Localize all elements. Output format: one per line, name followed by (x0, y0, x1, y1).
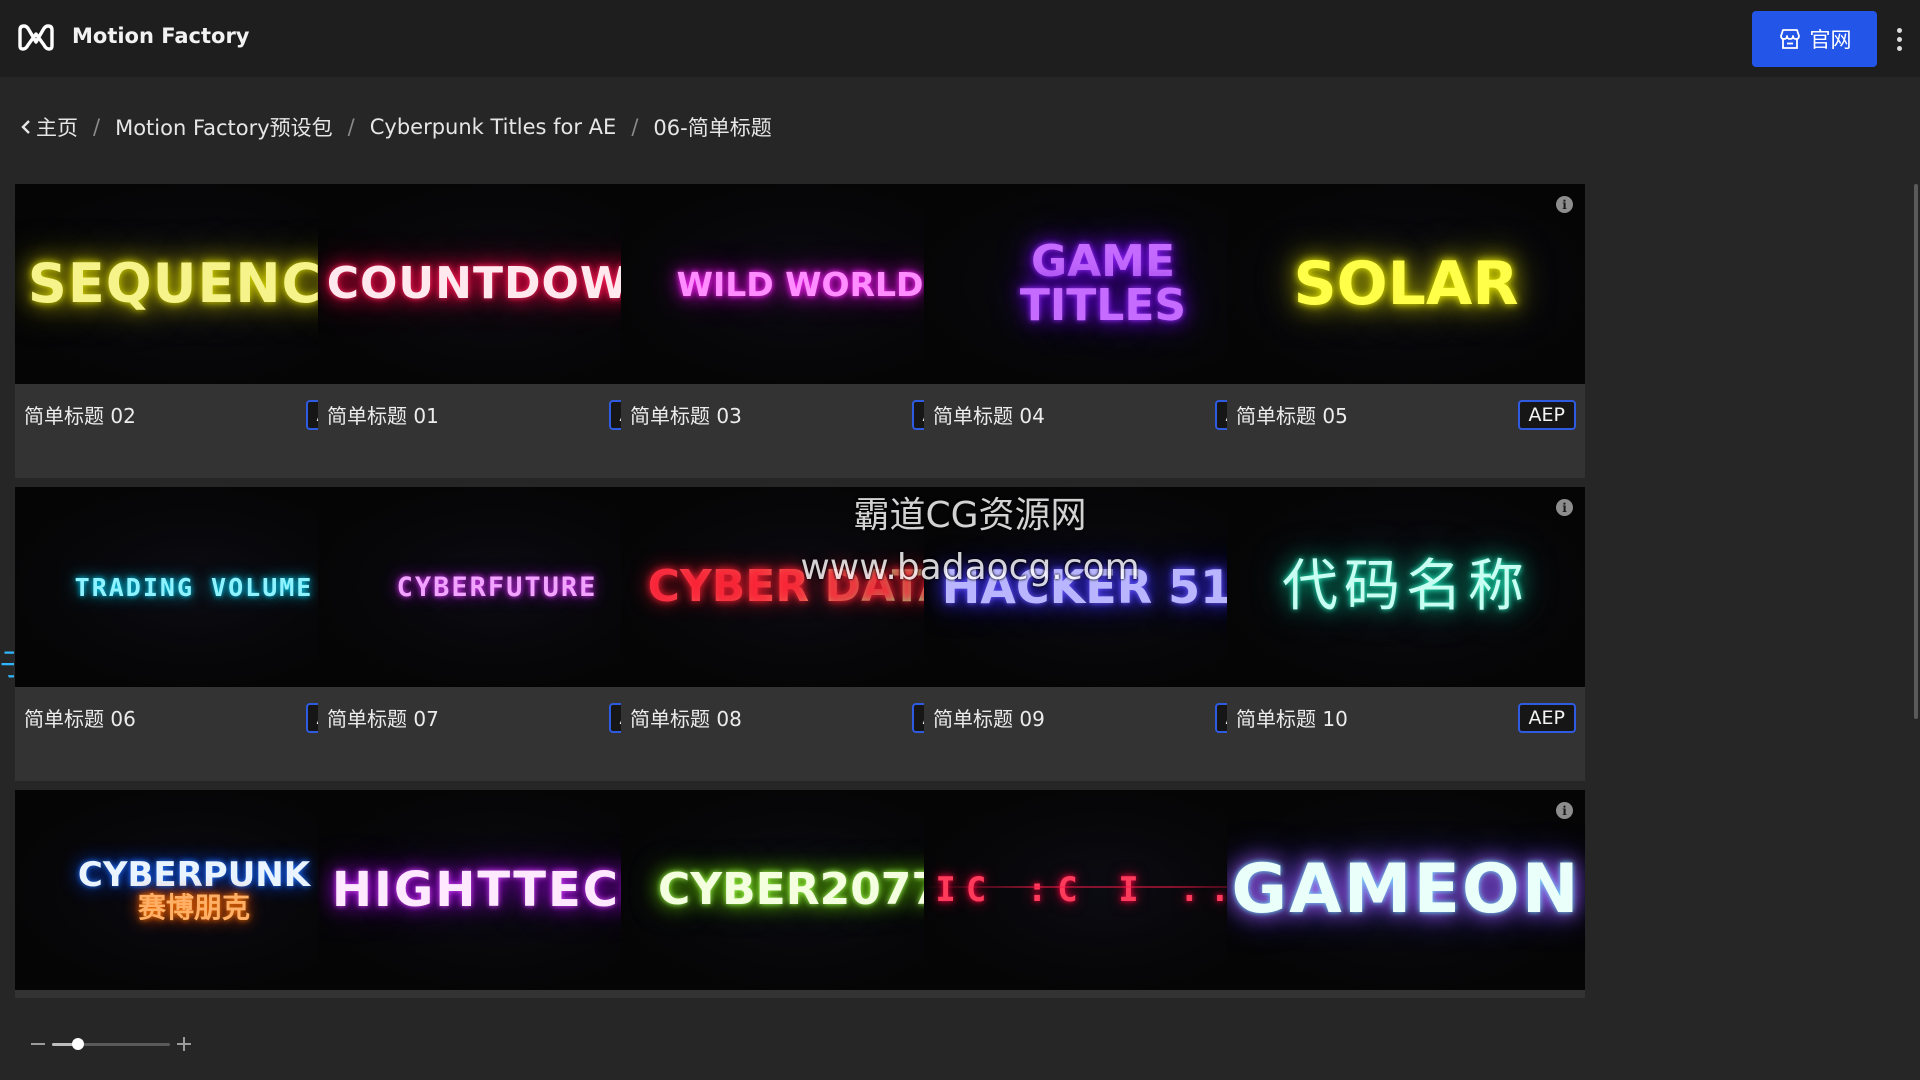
info-icon[interactable]: i (1556, 499, 1573, 516)
asset-title: 简单标题 04 (933, 404, 1045, 428)
thumbnail-title-text: GAME TITLES (1019, 236, 1187, 331)
watermark: 霸道CG资源网 www.badaocg.com (770, 490, 1170, 594)
asset-title: 简单标题 02 (24, 404, 136, 428)
official-site-button[interactable]: 官网 (1752, 11, 1877, 67)
vertical-dots-icon[interactable] (1890, 22, 1908, 56)
info-icon[interactable]: i (1556, 196, 1573, 213)
breadcrumb-home-label: 主页 (36, 116, 78, 140)
breadcrumb-separator: / (347, 115, 355, 139)
motion-factory-logo[interactable] (16, 22, 56, 52)
minus-icon[interactable] (30, 1036, 46, 1052)
thumbnail-title-text: SEQUENCE (27, 252, 361, 315)
thumbnail-title-text: SOLAR (1293, 249, 1519, 319)
info-icon[interactable]: i (1556, 802, 1573, 819)
app-title: Motion Factory (72, 24, 250, 48)
top-bar: Motion Factory 官网 (0, 0, 1920, 77)
asset-card[interactable]: 代码名称 i 简单标题 10 AEP (1227, 487, 1585, 781)
thumbnail-subtitle-line: 赛博朋克 (137, 891, 250, 924)
watermark-line-1: 霸道CG资源网 (853, 495, 1087, 536)
asset-title: 简单标题 10 (1236, 707, 1348, 731)
breadcrumb-cyberpunk-titles[interactable]: Cyberpunk Titles for AE (370, 115, 617, 139)
asset-title: 简单标题 01 (327, 404, 439, 428)
asset-card[interactable]: GAMEON i (1227, 790, 1585, 998)
asset-title: 简单标题 09 (933, 707, 1045, 731)
thumbnail-title-text: CYBERPUNK 赛博朋克 (78, 858, 310, 922)
watermark-line-2: www.badaocg.com (800, 547, 1140, 588)
bottom-bar (0, 998, 1920, 1080)
thumbnail-title-text: HIGHTTECH (331, 862, 663, 918)
asset-thumbnail[interactable]: SOLAR i (1227, 184, 1585, 384)
breadcrumb: 主页 / Motion Factory预设包 / Cyberpunk Title… (20, 112, 772, 142)
breadcrumb-separator: / (631, 115, 639, 139)
thumbnail-title-text: CYBERFUTURE (396, 571, 598, 603)
breadcrumb-separator: / (93, 115, 101, 139)
scrollbar-thumb[interactable] (1914, 184, 1918, 719)
thumbnail-title-line: CYBERPUNK (77, 855, 311, 895)
zoom-slider-knob[interactable] (71, 1038, 84, 1050)
asset-title: 简单标题 08 (630, 707, 742, 731)
asset-title: 简单标题 03 (630, 404, 742, 428)
breadcrumb-home[interactable]: 主页 (20, 112, 78, 142)
chevron-left-icon (21, 120, 30, 134)
asset-title: 简单标题 05 (1236, 404, 1348, 428)
zoom-slider[interactable] (52, 1038, 170, 1050)
storefront-icon (1779, 29, 1800, 49)
thumbnail-title-text: CYBER2077 (657, 864, 943, 915)
format-badge: AEP (1517, 703, 1576, 733)
asset-card[interactable]: SOLAR i 简单标题 05 AEP (1227, 184, 1585, 478)
thumbnail-title-text: WILD WORLD (676, 264, 924, 304)
format-badge: AEP (1517, 400, 1576, 430)
asset-title: 简单标题 07 (327, 707, 439, 731)
thumbnail-title-text: 代码名称 (1282, 554, 1530, 619)
edge-glyph: 子 (0, 640, 14, 684)
plus-icon[interactable] (176, 1036, 192, 1052)
asset-title: 简单标题 06 (24, 707, 136, 731)
asset-thumbnail[interactable]: 代码名称 i (1227, 487, 1585, 687)
thumbnail-title-text: GAMEON (1231, 850, 1581, 929)
breadcrumb-current-folder[interactable]: 06-简单标题 (653, 112, 771, 142)
official-site-label: 官网 (1809, 28, 1852, 52)
thumbnail-title-text: TRADING VOLUME (74, 572, 314, 602)
asset-thumbnail[interactable]: GAMEON i (1227, 790, 1585, 990)
thumbnail-title-text: COUNTDOWN (326, 258, 668, 309)
thumbnail-title-text: IC :C I ... (935, 870, 1271, 910)
breadcrumb-preset-pack[interactable]: Motion Factory预设包 (115, 112, 333, 142)
